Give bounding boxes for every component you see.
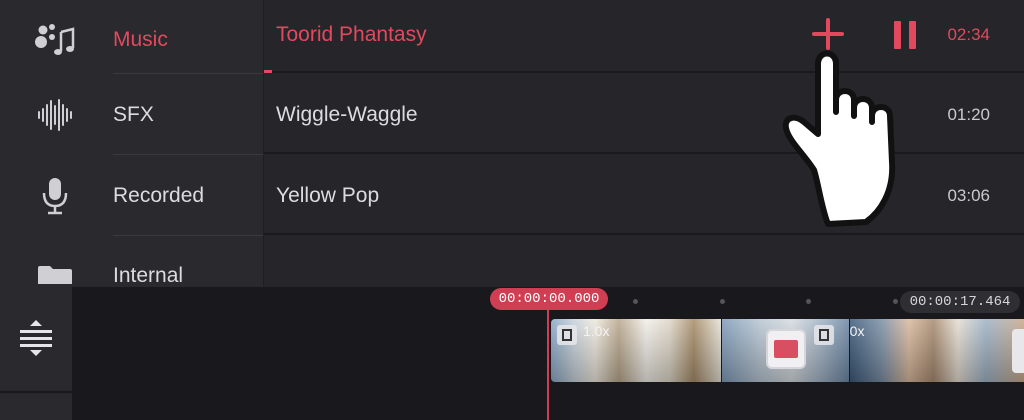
sidebar-item-recorded[interactable]: Recorded: [0, 156, 263, 236]
divider: [113, 73, 263, 74]
microphone-icon: [34, 178, 76, 215]
clip-thumbnail: [850, 319, 1024, 382]
category-sidebar: Music SFX Recorded Internal: [0, 0, 263, 287]
clip-speed: 1.0x: [850, 323, 865, 339]
video-clip[interactable]: 1.0x: [850, 319, 1024, 382]
track-duration: 02:34: [947, 25, 990, 44]
current-timecode: 00:00:00.000: [490, 288, 608, 310]
track-title: Yellow Pop: [276, 184, 380, 207]
music-note-icon: [34, 22, 76, 58]
transition-button[interactable]: [766, 329, 806, 369]
track-duration: 03:06: [947, 186, 990, 205]
pointing-hand-icon: [782, 50, 896, 227]
sidebar-item-label: Recorded: [113, 184, 205, 207]
sidebar-item-label: Music: [113, 28, 168, 51]
film-icon: [557, 325, 577, 345]
end-timecode: 00:00:17.464: [900, 291, 1020, 313]
video-clip[interactable]: 1.0x: [551, 319, 721, 382]
sidebar-item-sfx[interactable]: SFX: [0, 75, 263, 155]
time-tick: [893, 299, 898, 304]
clip-end-handle[interactable]: [1012, 329, 1024, 373]
sidebar-item-music[interactable]: Music: [0, 0, 263, 80]
timeline-controls: [0, 287, 72, 391]
resize-handle-icon[interactable]: [16, 317, 56, 359]
active-track-indicator: [264, 70, 272, 73]
timeline: 00:00:00.000 00:00:17.464 1.0x 1.0x: [0, 287, 1024, 420]
track-title: Toorid Phantasy: [276, 23, 427, 46]
time-tick: [633, 299, 638, 304]
transition-icon: [774, 340, 798, 358]
time-tick: [806, 299, 811, 304]
divider: [113, 154, 263, 155]
timeline-controls-lower: [0, 393, 72, 420]
playhead[interactable]: [547, 310, 549, 420]
track-duration: 01:20: [947, 105, 990, 124]
film-icon: [814, 325, 834, 345]
clip-speed: 1.0x: [583, 323, 610, 339]
track-title: Wiggle-Waggle: [276, 103, 418, 126]
sidebar-item-label: SFX: [113, 103, 154, 126]
sound-wave-icon: [34, 97, 76, 133]
time-tick: [720, 299, 725, 304]
